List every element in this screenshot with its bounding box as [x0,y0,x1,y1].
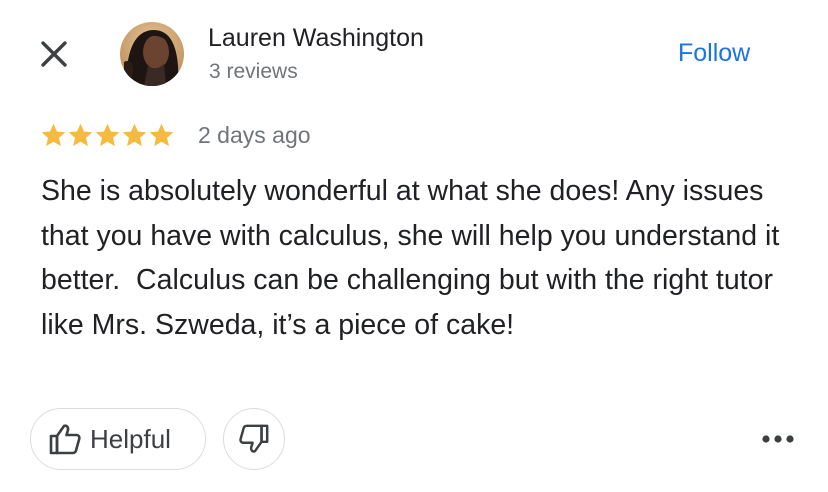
star-icon [149,123,174,147]
star-icon [95,123,120,147]
follow-button[interactable]: Follow [678,39,750,68]
star-icon [122,123,147,147]
helpful-label: Helpful [90,423,171,454]
thumbs-down-icon [239,424,269,453]
helpful-button[interactable]: Helpful [30,408,206,470]
author-photo [120,22,184,86]
review-text: She is absolutely wonderful at what she … [41,175,788,341]
review-time: 2 days ago [198,122,311,148]
star-rating [40,122,175,150]
thumbs-up-icon [49,424,81,455]
author-review-count: 3 reviews [209,60,298,83]
not-helpful-button[interactable] [223,408,285,470]
close-icon [41,41,67,67]
more-horizontal-icon [762,435,794,443]
star-icon [68,123,93,147]
more-options-button[interactable] [757,425,801,453]
author-name[interactable]: Lauren Washington [208,24,424,53]
avatar[interactable] [120,22,184,86]
close-button[interactable] [34,34,74,74]
star-icon [41,123,66,147]
